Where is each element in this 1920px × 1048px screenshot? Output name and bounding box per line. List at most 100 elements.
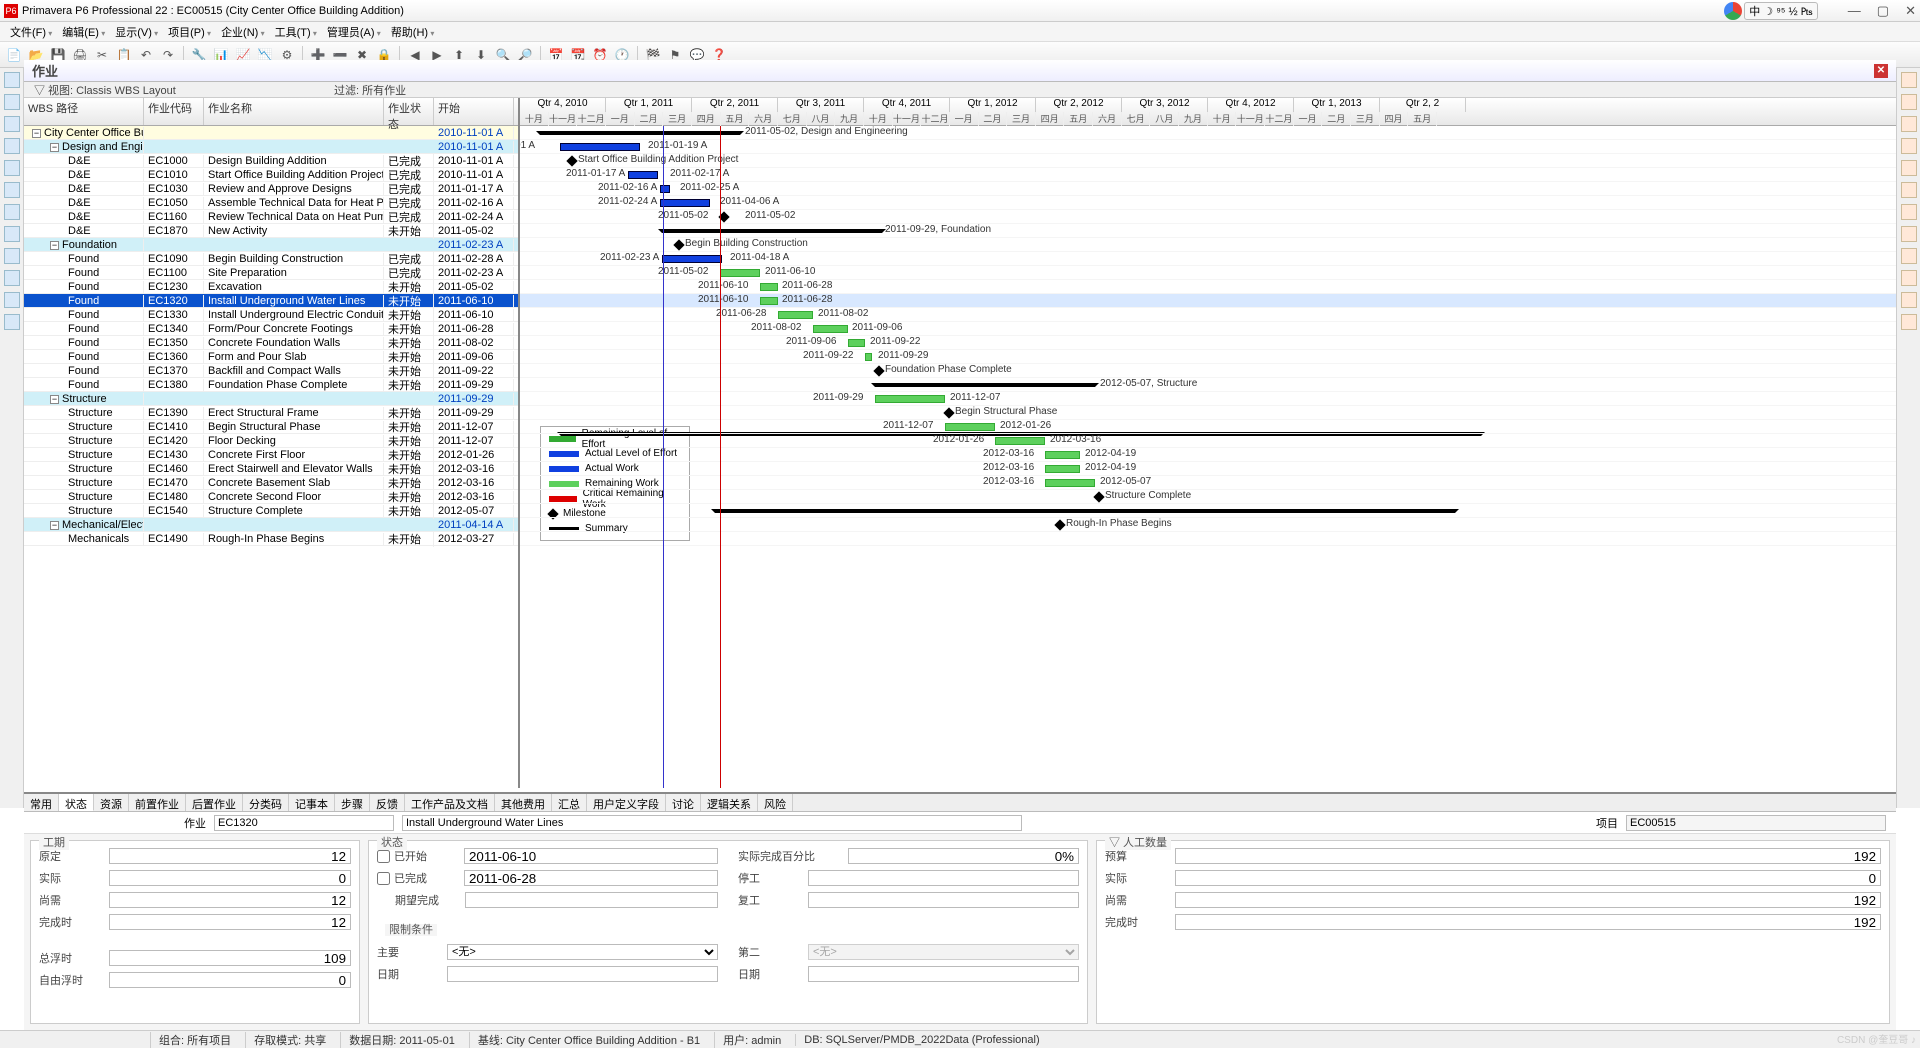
gantt-row[interactable]: 2011-09-292011-09-22 — [520, 350, 1896, 364]
gantt-row[interactable] — [520, 532, 1896, 546]
gantt-bar[interactable] — [875, 383, 1095, 387]
started-check[interactable] — [377, 850, 390, 863]
gantt-bar[interactable] — [720, 269, 760, 277]
numeric-field[interactable] — [109, 950, 351, 966]
table-row[interactable]: D&EEC1870New Activity未开始2011-05-02 — [24, 224, 518, 238]
menu-item[interactable]: 工具(T) — [271, 22, 321, 42]
table-row[interactable]: D&EEC1010Start Office Building Addition … — [24, 168, 518, 182]
numeric-field[interactable] — [1175, 914, 1881, 930]
gantt-bar[interactable] — [540, 131, 740, 135]
table-row[interactable]: −City Center Office Building Addition201… — [24, 126, 518, 140]
gantt-row[interactable]: 2012-03-162012-01-26 — [520, 434, 1896, 448]
table-row[interactable]: FoundEC1230Excavation未开始2011-05-02 — [24, 280, 518, 294]
dock-icon[interactable] — [1901, 226, 1917, 242]
detail-tab[interactable]: 汇总 — [552, 794, 587, 811]
table-row[interactable]: FoundEC1100Site Preparation已完成2011-02-23… — [24, 266, 518, 280]
finished-check[interactable] — [377, 872, 390, 885]
column-header[interactable]: 作业代码 — [144, 98, 204, 125]
primary-constraint[interactable]: <无> — [447, 944, 718, 960]
column-header[interactable]: 作业状态 — [384, 98, 434, 125]
dock-icon[interactable] — [1901, 116, 1917, 132]
detail-tab[interactable]: 常用 — [24, 794, 59, 811]
gantt-row[interactable]: 2012-05-072012-03-16 — [520, 476, 1896, 490]
table-row[interactable]: D&EEC1030Review and Approve Designs已完成20… — [24, 182, 518, 196]
gantt-bar[interactable] — [995, 437, 1045, 445]
dock-icon[interactable] — [1901, 72, 1917, 88]
table-row[interactable]: StructureEC1470Concrete Basement Slab未开始… — [24, 476, 518, 490]
dock-icon[interactable] — [4, 138, 20, 154]
detail-tab[interactable]: 分类码 — [243, 794, 289, 811]
table-row[interactable]: FoundEC1320Install Underground Water Lin… — [24, 294, 518, 308]
resume-field[interactable] — [808, 892, 1079, 908]
gantt-bar[interactable] — [1045, 465, 1080, 473]
pct-field[interactable] — [848, 848, 1079, 864]
dock-icon[interactable] — [1901, 248, 1917, 264]
numeric-field[interactable] — [1175, 870, 1881, 886]
secondary-constraint[interactable]: <无> — [808, 944, 1079, 960]
gantt-bar[interactable] — [662, 255, 722, 263]
gantt-bar[interactable] — [760, 283, 778, 291]
gantt-body[interactable]: Remaining Level of EffortActual Level of… — [520, 126, 1896, 788]
expect-date[interactable] — [465, 892, 718, 908]
detail-tab[interactable]: 讨论 — [666, 794, 701, 811]
gantt-bar[interactable] — [566, 155, 577, 166]
table-row[interactable]: FoundEC1370Backfill and Compact Walls未开始… — [24, 364, 518, 378]
gantt-row[interactable]: Rough-In Phase Begins — [520, 518, 1896, 532]
primary-date[interactable] — [447, 966, 718, 982]
dock-icon[interactable] — [1901, 314, 1917, 330]
gantt-row[interactable]: 2011-06-282011-06-10 — [520, 294, 1896, 308]
numeric-field[interactable] — [109, 914, 351, 930]
table-row[interactable]: D&EEC1050Assemble Technical Data for Hea… — [24, 196, 518, 210]
detail-tab[interactable]: 工作产品及文档 — [405, 794, 495, 811]
table-row[interactable]: FoundEC1090Begin Building Construction已完… — [24, 252, 518, 266]
gantt-bar[interactable] — [873, 365, 884, 376]
gantt-bar[interactable] — [715, 509, 1455, 513]
gantt-row[interactable]: Start Office Building Addition Project — [520, 154, 1896, 168]
dock-icon[interactable] — [1901, 182, 1917, 198]
gantt-row[interactable]: Begin Building Construction — [520, 238, 1896, 252]
gantt-bar[interactable] — [1093, 491, 1104, 502]
numeric-field[interactable] — [109, 870, 351, 886]
gantt-row[interactable]: 2011-02-25 A2011-02-16 A — [520, 182, 1896, 196]
gantt-bar[interactable] — [1045, 479, 1095, 487]
dock-icon[interactable] — [1901, 270, 1917, 286]
numeric-field[interactable] — [109, 892, 351, 908]
numeric-field[interactable] — [1175, 892, 1881, 908]
table-row[interactable]: StructureEC1410Begin Structural Phase未开始… — [24, 420, 518, 434]
gantt-bar[interactable] — [848, 339, 865, 347]
table-row[interactable]: D&EEC1160Review Technical Data on Heat P… — [24, 210, 518, 224]
table-row[interactable]: −Structure2011-09-29 — [24, 392, 518, 406]
table-row[interactable]: StructureEC1480Concrete Second Floor未开始2… — [24, 490, 518, 504]
gantt-row[interactable]: 2011-09-062011-08-02 — [520, 322, 1896, 336]
gantt-row[interactable]: 2011-06-102011-05-02 — [520, 266, 1896, 280]
gantt-row[interactable]: 2012-01-262011-12-07 — [520, 420, 1896, 434]
menu-item[interactable]: 帮助(H) — [387, 22, 439, 42]
activity-code-field[interactable] — [214, 815, 394, 831]
filter-label[interactable]: 过滤: 所有作业 — [334, 82, 406, 98]
table-row[interactable]: FoundEC1360Form and Pour Slab未开始2011-09-… — [24, 350, 518, 364]
numeric-field[interactable] — [1175, 848, 1881, 864]
detail-tab[interactable]: 资源 — [94, 794, 129, 811]
table-row[interactable]: MechanicalsEC1490Rough-In Phase Begins未开… — [24, 532, 518, 546]
close-button[interactable]: ✕ — [1905, 3, 1916, 19]
gantt-row[interactable]: 2011-04-06 A2011-02-24 A — [520, 196, 1896, 210]
gantt-row[interactable]: Begin Structural Phase — [520, 406, 1896, 420]
gantt-bar[interactable] — [660, 199, 710, 207]
dock-icon[interactable] — [4, 182, 20, 198]
detail-tab[interactable]: 后置作业 — [186, 794, 243, 811]
gantt-row[interactable]: 2011-12-072011-09-29 — [520, 392, 1896, 406]
ime-badge[interactable]: 中 ☽ ⁹⁵ ½ ₧ — [1744, 2, 1818, 20]
menu-item[interactable]: 项目(P) — [164, 22, 215, 42]
secondary-date[interactable] — [808, 966, 1079, 982]
gantt-bar[interactable] — [1054, 519, 1065, 530]
activity-name-field[interactable] — [402, 815, 1022, 831]
suspend-field[interactable] — [808, 870, 1079, 886]
minimize-button[interactable]: — — [1848, 3, 1861, 19]
gantt-bar[interactable] — [778, 311, 813, 319]
gantt-row[interactable]: 2011-05-022011-05-02 — [520, 210, 1896, 224]
gantt-bar[interactable] — [662, 229, 882, 233]
table-row[interactable]: FoundEC1330Install Underground Electric … — [24, 308, 518, 322]
maximize-button[interactable]: ▢ — [1877, 3, 1889, 19]
gantt-row[interactable]: 2011-09-29, Foundation — [520, 224, 1896, 238]
detail-tab[interactable]: 前置作业 — [129, 794, 186, 811]
